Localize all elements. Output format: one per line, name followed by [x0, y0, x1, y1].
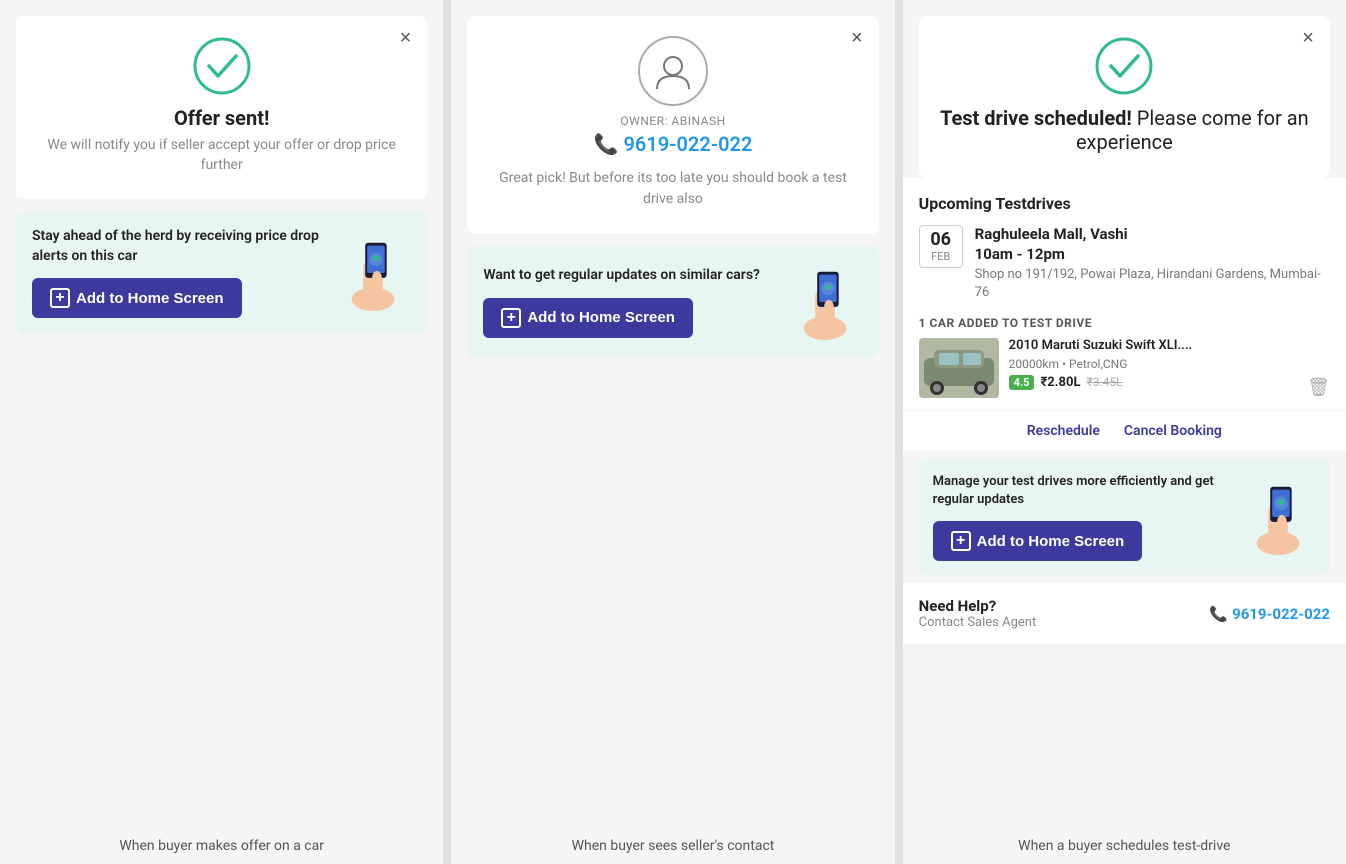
- phone-hand-illustration-3: [1246, 477, 1316, 557]
- testdrive-time: 10am - 12pm: [975, 245, 1330, 263]
- owner-phone: 📞 9619-022-022: [487, 132, 858, 156]
- car-price-row: 4.5 ₹2.80L ₹3.45L: [1009, 375, 1330, 390]
- car-image: [919, 338, 999, 398]
- test-drive-title-bold: Test drive scheduled!: [940, 106, 1132, 130]
- close-button-3[interactable]: ×: [1302, 28, 1314, 48]
- help-phone[interactable]: 📞 9619-022-022: [1209, 605, 1330, 623]
- car-info: 2010 Maruti Suzuki Swift XLI.... 20000km…: [1009, 338, 1330, 390]
- owner-avatar: [638, 36, 708, 106]
- car-price: ₹2.80L: [1040, 375, 1080, 390]
- help-section: Need Help? Contact Sales Agent 📞 9619-02…: [903, 583, 1346, 644]
- plus-icon-2: +: [501, 308, 521, 328]
- date-box: 06 FEB: [919, 225, 963, 268]
- offer-promo-text: Stay ahead of the herd by receiving pric…: [32, 227, 329, 266]
- testdrive-address: Shop no 191/192, Powai Plaza, Hirandani …: [975, 266, 1330, 302]
- add-btn-label-1: Add to Home Screen: [76, 290, 224, 307]
- add-to-home-screen-button-3[interactable]: + Add to Home Screen: [933, 521, 1143, 561]
- plus-icon-1: +: [50, 288, 70, 308]
- help-left: Need Help? Contact Sales Agent: [919, 597, 1037, 630]
- testdrive-entry: 06 FEB Raghuleela Mall, Vashi 10am - 12p…: [919, 225, 1330, 302]
- offer-sent-subtitle: We will notify you if seller accept your…: [36, 136, 407, 175]
- car-name: 2010 Maruti Suzuki Swift XLI....: [1009, 338, 1330, 355]
- car-price-old: ₹3.45L: [1086, 375, 1122, 389]
- help-row: Need Help? Contact Sales Agent 📞 9619-02…: [903, 583, 1346, 644]
- check-icon-wrap-3: [939, 36, 1310, 96]
- help-sub: Contact Sales Agent: [919, 615, 1037, 630]
- owner-label: OWNER: ABINASH: [487, 114, 858, 128]
- upcoming-title: Upcoming Testdrives: [919, 194, 1330, 213]
- add-to-home-screen-button-1[interactable]: + Add to Home Screen: [32, 278, 242, 318]
- offer-sent-title: Offer sent!: [36, 106, 407, 130]
- seller-contact-card: × OWNER: ABINASH 📞 9619-022-022 Great pi…: [467, 16, 878, 234]
- action-row: Reschedule Cancel Booking: [903, 410, 1346, 451]
- phone-hand-illustration-1: [341, 233, 411, 313]
- test-drive-card: × Test drive scheduled! Please come for …: [919, 16, 1330, 178]
- test-drive-title-row: Test drive scheduled! Please come for an…: [939, 106, 1310, 154]
- testdrive-promo-text: Manage your test drives more efficiently…: [933, 473, 1236, 509]
- offer-promo-banner: Stay ahead of the herd by receiving pric…: [16, 211, 427, 334]
- phone-icon-2: 📞: [594, 132, 619, 156]
- help-title: Need Help?: [919, 597, 1037, 615]
- panel-offer-sent: × Offer sent! We will notify you if sell…: [0, 0, 451, 864]
- date-month: FEB: [928, 250, 954, 263]
- contact-promo-text: Want to get regular updates on similar c…: [483, 266, 780, 286]
- panel-test-drive: × Test drive scheduled! Please come for …: [903, 0, 1346, 864]
- contact-promo-banner: Want to get regular updates on similar c…: [467, 246, 878, 358]
- car-added-label: 1 CAR ADDED TO TEST DRIVE: [903, 316, 1346, 330]
- add-btn-label-3: Add to Home Screen: [977, 533, 1125, 550]
- panel2-bottom-label: When buyer sees seller's contact: [451, 824, 894, 864]
- phone-hand-illustration-2: [793, 262, 863, 342]
- delete-icon[interactable]: 🗑: [1307, 377, 1330, 398]
- checkmark-icon-1: [192, 36, 252, 96]
- testdrive-promo-banner: Manage your test drives more efficiently…: [919, 459, 1330, 575]
- owner-desc: Great pick! But before its too late you …: [487, 168, 858, 210]
- phone-icon-help: 📞: [1209, 605, 1228, 623]
- check-icon-wrap-1: [36, 36, 407, 96]
- checkmark-icon-3: [1094, 36, 1154, 96]
- testdrive-info: Raghuleela Mall, Vashi 10am - 12pm Shop …: [975, 225, 1330, 302]
- close-button-1[interactable]: ×: [400, 28, 412, 48]
- car-meta: 20000km • Petrol,CNG: [1009, 357, 1330, 371]
- upcoming-section: Upcoming Testdrives 06 FEB Raghuleela Ma…: [903, 178, 1346, 451]
- reschedule-link[interactable]: Reschedule: [1027, 423, 1100, 439]
- add-btn-label-2: Add to Home Screen: [527, 309, 675, 326]
- panel-seller-contact: × OWNER: ABINASH 📞 9619-022-022 Great pi…: [451, 0, 902, 864]
- testdrive-venue: Raghuleela Mall, Vashi: [975, 225, 1330, 245]
- panels-container: × Offer sent! We will notify you if sell…: [0, 0, 1346, 864]
- car-thumbnail: [919, 338, 999, 398]
- car-entry: 2010 Maruti Suzuki Swift XLI.... 20000km…: [903, 338, 1346, 398]
- cancel-booking-link[interactable]: Cancel Booking: [1124, 423, 1222, 439]
- panel3-bottom-label: When a buyer schedules test-drive: [903, 824, 1346, 864]
- date-num: 06: [928, 230, 954, 250]
- person-icon: [653, 51, 693, 91]
- offer-sent-card: × Offer sent! We will notify you if sell…: [16, 16, 427, 199]
- rating-badge: 4.5: [1009, 375, 1035, 390]
- close-button-2[interactable]: ×: [851, 28, 863, 48]
- panel1-bottom-label: When buyer makes offer on a car: [0, 824, 443, 864]
- add-to-home-screen-button-2[interactable]: + Add to Home Screen: [483, 298, 693, 338]
- plus-icon-3: +: [951, 531, 971, 551]
